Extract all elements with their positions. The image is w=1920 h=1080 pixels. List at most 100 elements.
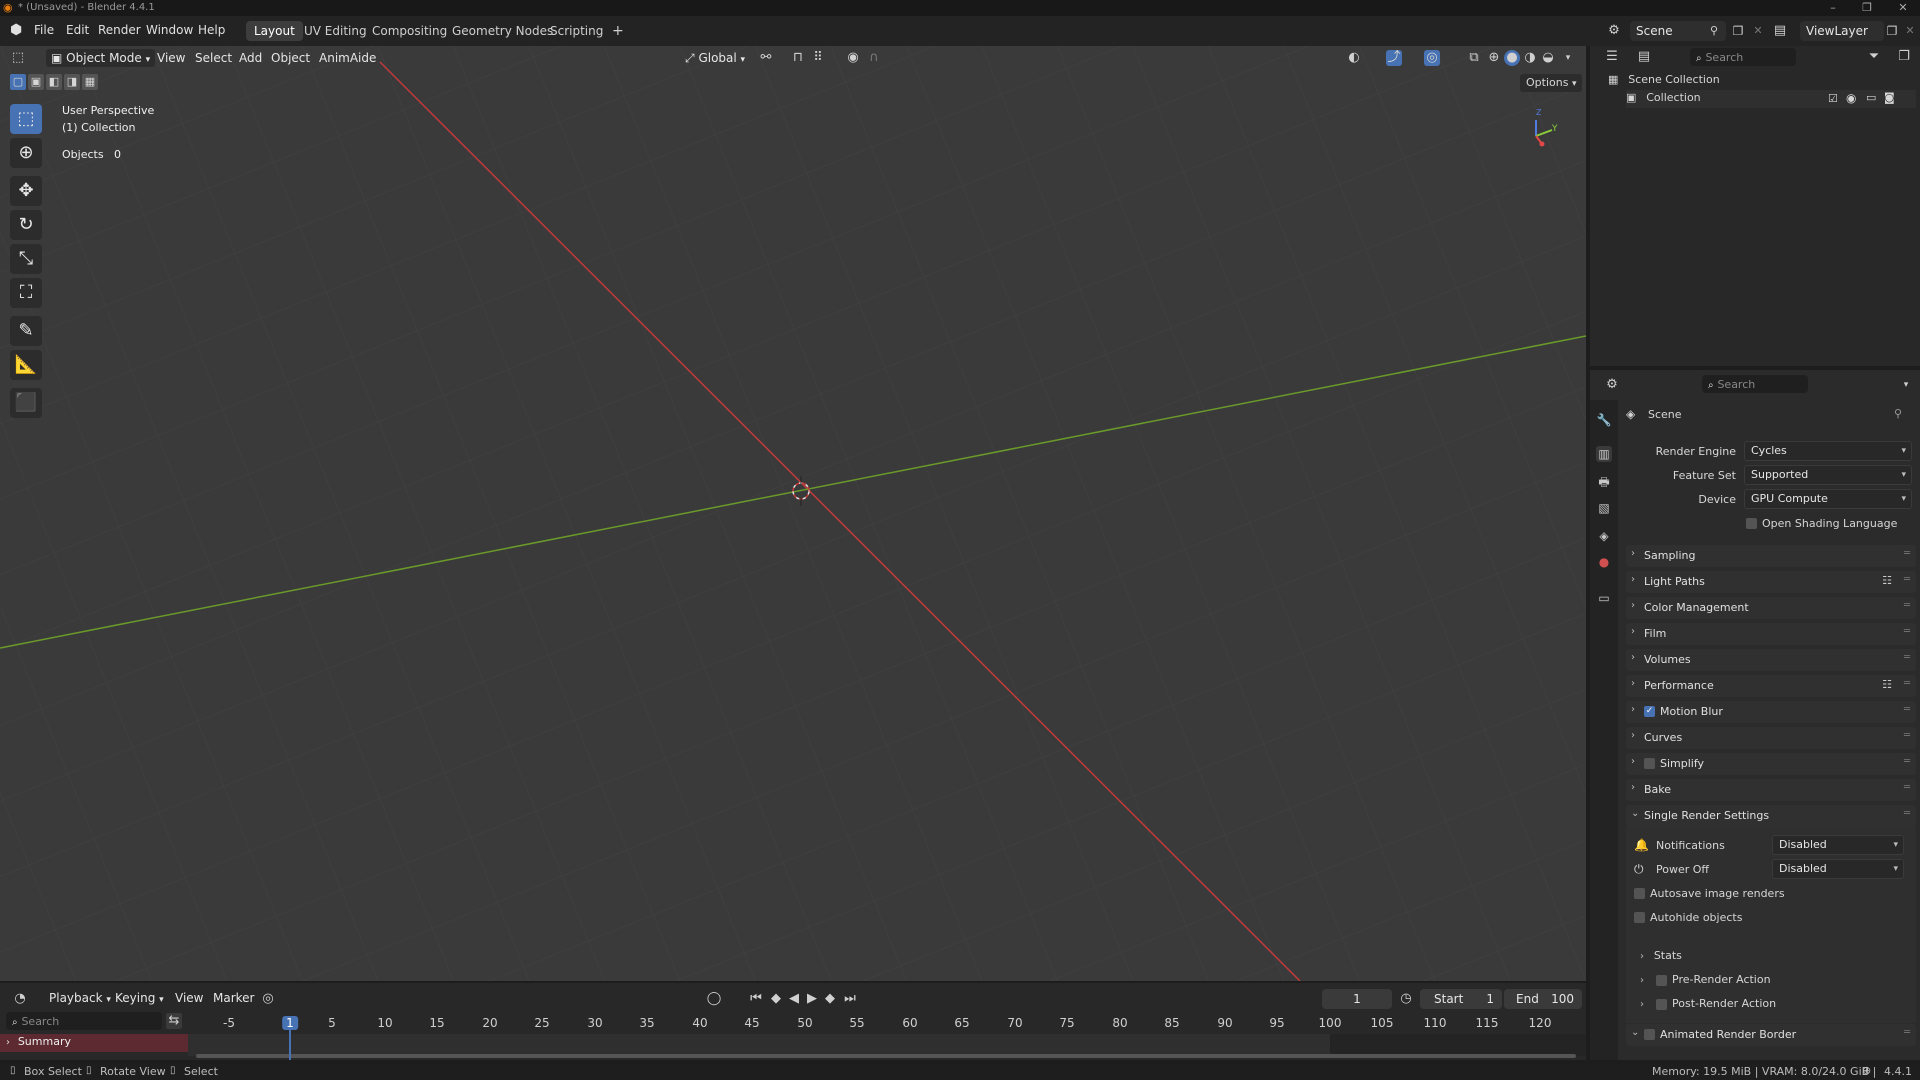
record-icon[interactable]: ◯ xyxy=(706,991,722,1007)
presets-icon[interactable]: ☷ xyxy=(1882,574,1892,587)
select-invert-icon[interactable]: ◨ xyxy=(64,74,80,90)
panel-motion-blur[interactable]: › ✓ Motion Blur ═ xyxy=(1626,701,1916,723)
panel-film[interactable]: › Film ═ xyxy=(1626,623,1916,645)
overlay-toggle-icon[interactable]: ◎ xyxy=(1424,50,1440,66)
snap-icon[interactable]: ⊓ xyxy=(790,50,806,66)
menu-playback[interactable]: Playback ▾ xyxy=(44,989,116,1007)
subpanel-pre-render[interactable]: › Pre-Render Action xyxy=(1640,972,1910,992)
scene-tab-icon[interactable]: ◈ xyxy=(1596,528,1612,544)
pre-render-checkbox[interactable] xyxy=(1656,975,1667,986)
panel-volumes[interactable]: › Volumes ═ xyxy=(1626,649,1916,671)
scale-tool-icon[interactable]: ⤡ xyxy=(10,244,42,274)
properties-search[interactable]: ⌕ Search xyxy=(1702,375,1808,393)
timeline-scrollbar[interactable] xyxy=(196,1054,1576,1058)
notifications-dropdown[interactable]: Disabled ▾ xyxy=(1772,835,1904,855)
viewport-disable-icon[interactable]: ▭ xyxy=(1866,91,1876,104)
exclude-checkbox-icon[interactable]: ☑ xyxy=(1828,92,1838,105)
motion-blur-checkbox[interactable]: ✓ xyxy=(1644,706,1655,717)
menu-view[interactable]: View xyxy=(152,49,190,67)
menu-select[interactable]: Select xyxy=(190,49,237,67)
tab-compositing[interactable]: Compositing xyxy=(364,21,455,41)
select-box-tool-icon[interactable]: ⬚ xyxy=(10,104,42,134)
world-tab-icon[interactable]: ● xyxy=(1596,554,1612,570)
current-frame-field[interactable]: 1 xyxy=(1322,989,1392,1009)
next-keyframe-icon[interactable]: ◆ xyxy=(822,991,838,1007)
collection-tab-icon[interactable]: ▭ xyxy=(1596,590,1612,606)
post-render-checkbox[interactable] xyxy=(1656,999,1667,1010)
panel-animated-render-border[interactable]: ⌄ Animated Render Border ═ xyxy=(1626,1024,1916,1046)
drag-handle-icon[interactable]: ═ xyxy=(1904,704,1910,715)
menu-file[interactable]: File xyxy=(34,23,54,37)
close-icon[interactable]: ✕ xyxy=(1892,0,1914,16)
menu-marker[interactable]: Marker xyxy=(208,989,259,1007)
menu-add[interactable]: Add xyxy=(234,49,267,67)
outliner-search[interactable]: ⌕ Search xyxy=(1690,48,1796,66)
menu-timeline-view[interactable]: View xyxy=(170,989,208,1007)
jump-end-icon[interactable]: ⏭ xyxy=(842,991,858,1007)
panel-curves[interactable]: › Curves ═ xyxy=(1626,727,1916,749)
subpanel-post-render[interactable]: › Post-Render Action xyxy=(1640,996,1910,1016)
panel-color-management[interactable]: › Color Management ═ xyxy=(1626,597,1916,619)
feature-set-dropdown[interactable]: Supported ▾ xyxy=(1744,465,1912,485)
navigation-gizmo[interactable]: Z Y xyxy=(1522,108,1562,150)
simplify-checkbox[interactable] xyxy=(1644,758,1655,769)
add-workspace-button[interactable]: + xyxy=(604,21,632,41)
drag-handle-icon[interactable]: ═ xyxy=(1904,678,1910,689)
menu-render[interactable]: Render xyxy=(98,23,141,37)
pin-icon[interactable]: ⚲ xyxy=(1706,23,1722,39)
select-new-icon[interactable]: ▢ xyxy=(10,74,26,90)
menu-keying[interactable]: Keying ▾ xyxy=(110,989,169,1007)
menu-window[interactable]: Window xyxy=(146,23,193,37)
render-engine-dropdown[interactable]: Cycles ▾ xyxy=(1744,441,1912,461)
drag-handle-icon[interactable]: ═ xyxy=(1904,600,1910,611)
start-frame-field[interactable]: Start 1 xyxy=(1420,989,1502,1009)
cursor-tool-icon[interactable]: ⊕ xyxy=(10,138,42,168)
new-scene-icon[interactable]: ❐ xyxy=(1730,23,1746,39)
annotate-tool-icon[interactable]: ✎ xyxy=(10,316,42,346)
tab-uv-editing[interactable]: UV Editing xyxy=(296,21,375,41)
select-extend-icon[interactable]: ▣ xyxy=(28,74,44,90)
tab-scripting[interactable]: Scripting xyxy=(542,21,611,41)
material-shading-icon[interactable]: ◑ xyxy=(1522,50,1538,66)
pin-icon[interactable]: ⚲ xyxy=(1894,407,1902,420)
minimize-icon[interactable]: – xyxy=(1822,0,1844,16)
object-mode-dropdown[interactable]: ▣ Object Mode ▾ xyxy=(46,49,156,67)
device-dropdown[interactable]: GPU Compute ▾ xyxy=(1744,489,1912,509)
prev-keyframe-icon[interactable]: ◆ xyxy=(768,991,784,1007)
scene-icon[interactable]: ⚙ xyxy=(1606,23,1622,39)
transform-orientation-dropdown[interactable]: ⤢ Global ▾ xyxy=(680,49,750,67)
panel-single-render-settings[interactable]: ⌄ Single Render Settings ═ xyxy=(1626,805,1916,827)
wireframe-shading-icon[interactable]: ⊕ xyxy=(1486,50,1502,66)
pivot-icon[interactable]: ⚯ xyxy=(758,50,774,66)
autohide-checkbox[interactable] xyxy=(1634,912,1645,923)
panel-light-paths[interactable]: › Light Paths ☷ ═ xyxy=(1626,571,1916,593)
3d-viewport[interactable]: User Perspective (1) Collection Objects … xyxy=(0,46,1586,981)
delete-scene-icon[interactable]: ✕ xyxy=(1750,23,1766,39)
viewlayer-icon[interactable]: ▤ xyxy=(1772,23,1788,39)
timeline-editor-icon[interactable]: ◔ xyxy=(12,991,28,1007)
proportional-edit-icon[interactable]: ◉ xyxy=(845,50,861,66)
outliner-editor-icon[interactable]: ☰ xyxy=(1604,49,1620,65)
autosave-checkbox[interactable] xyxy=(1634,888,1645,899)
scene-collection-row[interactable]: ▦ Scene Collection xyxy=(1608,72,1908,90)
rendered-shading-icon[interactable]: ◒ xyxy=(1540,50,1556,66)
select-intersect-icon[interactable]: ▦ xyxy=(82,74,98,90)
swap-icon[interactable]: ⇆ xyxy=(166,1013,182,1029)
tab-layout[interactable]: Layout xyxy=(246,21,303,41)
drag-handle-icon[interactable]: ═ xyxy=(1904,548,1910,559)
drag-handle-icon[interactable]: ═ xyxy=(1904,782,1910,793)
sync-icon[interactable]: ◎ xyxy=(260,991,276,1007)
drag-handle-icon[interactable]: ═ xyxy=(1904,574,1910,585)
drag-handle-icon[interactable]: ═ xyxy=(1904,730,1910,741)
animated-border-checkbox[interactable] xyxy=(1644,1029,1655,1040)
view-layer-tab-icon[interactable]: ▧ xyxy=(1596,500,1612,516)
timeline-search[interactable]: ⌕ Search xyxy=(6,1012,162,1030)
snap-target-icon[interactable]: ⠿ xyxy=(810,50,826,66)
panel-performance[interactable]: › Performance ☷ ═ xyxy=(1626,675,1916,697)
drag-handle-icon[interactable]: ═ xyxy=(1904,626,1910,637)
eye-icon[interactable]: ◉ xyxy=(1846,91,1856,105)
drag-handle-icon[interactable]: ═ xyxy=(1904,756,1910,767)
panel-simplify[interactable]: › Simplify ═ xyxy=(1626,753,1916,775)
panel-sampling[interactable]: › Sampling ═ xyxy=(1626,545,1916,567)
menu-animaide[interactable]: AnimAide xyxy=(314,49,381,67)
